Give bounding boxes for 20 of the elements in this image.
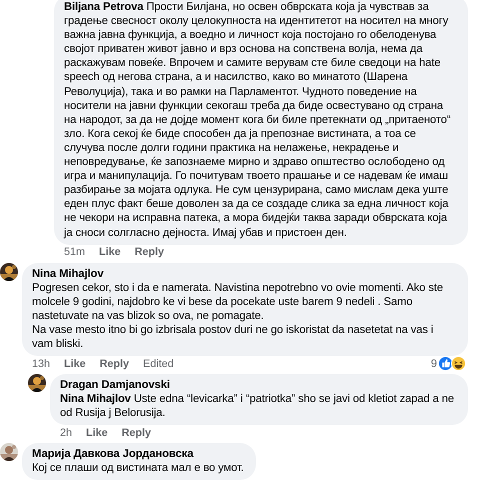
timestamp[interactable]: 51m bbox=[64, 246, 86, 258]
author-name[interactable]: Dragan Damjanovski bbox=[60, 379, 456, 392]
like-link[interactable]: Like bbox=[86, 426, 108, 439]
edited-label: Edited bbox=[143, 358, 174, 370]
author-name[interactable]: Марија Давкова Јордановска bbox=[32, 448, 244, 462]
timestamp[interactable]: 2h bbox=[60, 426, 72, 439]
timestamp[interactable]: 13h bbox=[32, 358, 50, 370]
reply-link[interactable]: Reply bbox=[122, 426, 152, 439]
reaction-count: 9 bbox=[430, 358, 437, 370]
author-name[interactable]: Nina Mihajlov bbox=[32, 268, 456, 281]
like-link[interactable]: Like bbox=[64, 358, 86, 370]
reply-link[interactable]: Reply bbox=[100, 358, 130, 370]
comment-text: Pogresen cekor, sto i da e namerata. Navistina nepotrebno vo ovie momenti. Ako ste molcele 9 godini, najdobro ke vi bese da pocekate uste barem 9 nedeli . Samo nastetuvate na vas blizok so ova, ne pomagate. Na vase mesto itno bi go izbrisala postov duri ne go iskoristat da nasetetat na vas i vam bliski. bbox=[32, 280, 444, 352]
like-link[interactable]: Like bbox=[99, 246, 121, 258]
thumbs-up-icon bbox=[438, 356, 453, 372]
comment-text: Nina Mihajlov Uste edna “levicarka” i “patriotka” sho se javi od kletiot zapad a ne od Rusija j Belorusija. bbox=[60, 392, 456, 420]
laughing-face-icon bbox=[451, 356, 466, 372]
comment-text: Biljana Petrova Прости Билјана, но освен обврската која ја чувствав за градење свесност околу целокупноста на идентитетот на носител на многу важна јавна функција, а воедно и личност која постојано го обелоденува својот приватен живот јавно и врз основа на сопствена волја, нема да раскажувам повеќе. Впрочем и самите верувам сте биле сведоци на hate speech од негова страна, а и насилство, како во минатото (Шарена Револуција), така и во рамки на Парламентот. Чудното поведение на носители на јавни функции секогаш треба да биде освестувано од страна на народот, за да не дојде момент кога би биле претекнати од „притаеното“ зло. Кога секој ќе биде способен да ја препознае вистината, а тоа се случува после долги години практика на нелажење, некрадење и неповредување, ќе запознаеме мирно и здраво општество ослободено од игра и манипулација. Го почитувам твоето прашање и се надевам ќе имаш разбирање за мојата одлука. Не сум цензурирана, само мислам дека уште еден плус факт беше доволен за да се создаде слика за една личност која не чекори на исправна патека, а мора бидејќи таква заради обврската која ја сноси солгласно дејноста. Имај убав и пристоен ден. bbox=[64, 0, 452, 240]
comment-text: Кој се плаши од вистината мал е во умот. bbox=[32, 461, 244, 476]
reply-link[interactable]: Reply bbox=[134, 246, 164, 258]
